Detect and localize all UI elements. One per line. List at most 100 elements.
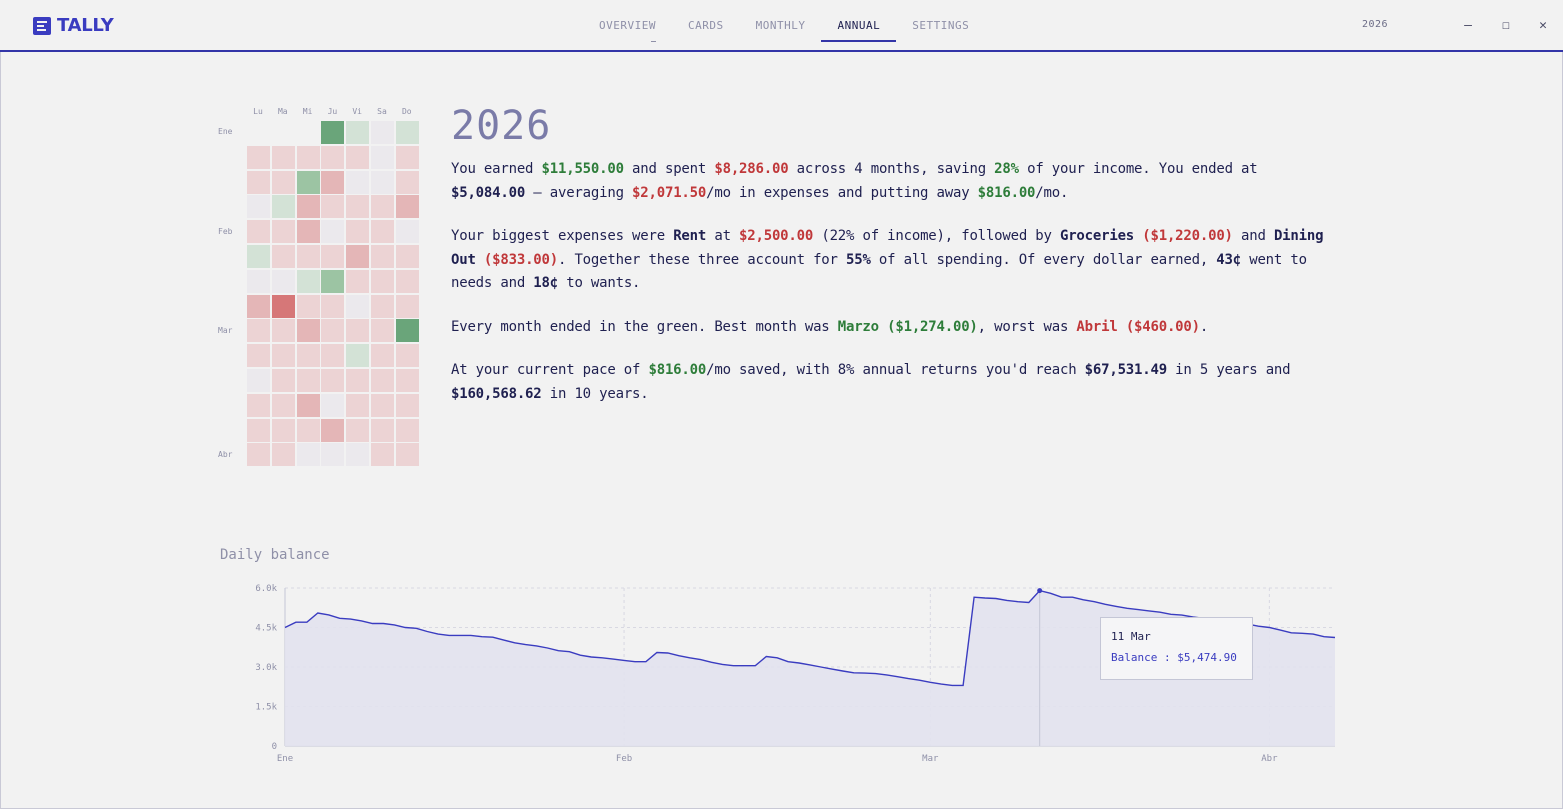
heatmap-day-cell[interactable]: [247, 319, 270, 343]
heatmap-day-cell[interactable]: [371, 195, 394, 219]
heatmap-day-cell[interactable]: [271, 319, 295, 343]
heatmap-day-cell[interactable]: [271, 245, 295, 268]
heatmap-day-cell[interactable]: [296, 344, 320, 368]
heatmap-day-cell[interactable]: [321, 220, 345, 244]
heatmap-day-cell[interactable]: [346, 319, 370, 343]
close-icon[interactable]: ✕: [1533, 16, 1553, 36]
heatmap-day-cell[interactable]: [346, 245, 370, 268]
heatmap-day-cell[interactable]: [247, 344, 270, 368]
heatmap-day-cell[interactable]: [395, 220, 419, 244]
heatmap-day-cell[interactable]: [247, 443, 270, 467]
heatmap-day-cell[interactable]: [346, 418, 370, 442]
heatmap-day-cell[interactable]: [271, 195, 295, 219]
heatmap-day-cell[interactable]: [321, 319, 345, 343]
heatmap-day-cell[interactable]: [321, 195, 345, 219]
heatmap-day-cell[interactable]: [321, 344, 345, 368]
heatmap-day-cell[interactable]: [395, 443, 419, 467]
heatmap-day-cell[interactable]: [247, 369, 270, 392]
heatmap-day-cell[interactable]: [371, 319, 394, 343]
heatmap-day-cell[interactable]: [296, 294, 320, 318]
heatmap-day-cell[interactable]: [247, 195, 270, 219]
heatmap-day-cell[interactable]: [247, 170, 270, 194]
heatmap-day-cell[interactable]: [395, 195, 419, 219]
heatmap-day-cell[interactable]: [321, 245, 345, 268]
heatmap-day-cell[interactable]: [271, 294, 295, 318]
heatmap-day-cell[interactable]: [296, 319, 320, 343]
tab-overview[interactable]: OVERVIEW: [583, 0, 672, 50]
heatmap-day-cell[interactable]: [247, 418, 270, 442]
heatmap-day-cell[interactable]: [321, 369, 345, 392]
heatmap-day-cell[interactable]: [346, 121, 370, 144]
heatmap-day-cell[interactable]: [296, 418, 320, 442]
heatmap-day-cell[interactable]: [271, 369, 295, 392]
heatmap-day-cell[interactable]: [395, 269, 419, 293]
heatmap-day-cell[interactable]: [371, 220, 394, 244]
heatmap-day-cell[interactable]: [371, 443, 394, 467]
year-selector[interactable]: 2026: [1362, 19, 1388, 30]
heatmap-day-cell[interactable]: [321, 170, 345, 194]
tab-settings[interactable]: SETTINGS: [896, 0, 985, 50]
heatmap-day-cell[interactable]: [395, 369, 419, 392]
heatmap-day-cell[interactable]: [371, 121, 394, 144]
heatmap-day-cell[interactable]: [371, 170, 394, 194]
heatmap-day-cell[interactable]: [247, 220, 270, 244]
heatmap-day-cell[interactable]: [371, 393, 394, 417]
heatmap-day-cell[interactable]: [346, 195, 370, 219]
heatmap-day-cell[interactable]: [271, 443, 295, 467]
minimize-icon[interactable]: –: [1458, 16, 1478, 36]
heatmap-day-cell[interactable]: [321, 443, 345, 467]
heatmap-day-cell[interactable]: [321, 294, 345, 318]
heatmap-day-cell[interactable]: [296, 195, 320, 219]
app-logo[interactable]: TALLY: [33, 15, 114, 36]
heatmap-day-cell[interactable]: [371, 418, 394, 442]
heatmap-day-cell[interactable]: [321, 393, 345, 417]
heatmap-day-cell[interactable]: [247, 393, 270, 417]
heatmap-day-cell[interactable]: [346, 443, 370, 467]
heatmap-day-cell[interactable]: [247, 245, 270, 268]
heatmap-day-cell[interactable]: [346, 170, 370, 194]
tab-annual[interactable]: ANNUAL: [821, 0, 896, 50]
heatmap-day-cell[interactable]: [395, 145, 419, 169]
heatmap-day-cell[interactable]: [296, 145, 320, 169]
heatmap-day-cell[interactable]: [371, 344, 394, 368]
heatmap-day-cell[interactable]: [296, 245, 320, 268]
heatmap-day-cell[interactable]: [247, 294, 270, 318]
heatmap-day-cell[interactable]: [271, 344, 295, 368]
heatmap-day-cell[interactable]: [271, 220, 295, 244]
heatmap-day-cell[interactable]: [321, 269, 345, 293]
heatmap-day-cell[interactable]: [346, 393, 370, 417]
heatmap-day-cell[interactable]: [296, 393, 320, 417]
heatmap-day-cell[interactable]: [371, 269, 394, 293]
heatmap-day-cell[interactable]: [321, 418, 345, 442]
heatmap-day-cell[interactable]: [346, 369, 370, 392]
heatmap-day-cell[interactable]: [346, 294, 370, 318]
tab-cards[interactable]: CARDS: [672, 0, 740, 50]
heatmap-day-cell[interactable]: [271, 145, 295, 169]
heatmap-day-cell[interactable]: [271, 418, 295, 442]
heatmap-day-cell[interactable]: [296, 369, 320, 392]
heatmap-day-cell[interactable]: [395, 245, 419, 268]
heatmap-day-cell[interactable]: [395, 319, 419, 343]
heatmap-day-cell[interactable]: [321, 121, 345, 144]
heatmap-day-cell[interactable]: [271, 170, 295, 194]
heatmap-day-cell[interactable]: [371, 145, 394, 169]
heatmap-day-cell[interactable]: [395, 418, 419, 442]
heatmap-day-cell[interactable]: [346, 269, 370, 293]
heatmap-day-cell[interactable]: [346, 220, 370, 244]
heatmap-day-cell[interactable]: [247, 145, 270, 169]
heatmap-day-cell[interactable]: [346, 145, 370, 169]
heatmap-day-cell[interactable]: [395, 170, 419, 194]
heatmap-day-cell[interactable]: [395, 344, 419, 368]
heatmap-day-cell[interactable]: [371, 294, 394, 318]
heatmap-day-cell[interactable]: [271, 269, 295, 293]
heatmap-day-cell[interactable]: [321, 145, 345, 169]
heatmap-day-cell[interactable]: [346, 344, 370, 368]
heatmap-day-cell[interactable]: [247, 269, 270, 293]
heatmap-day-cell[interactable]: [296, 269, 320, 293]
tab-monthly[interactable]: MONTHLY: [740, 0, 822, 50]
heatmap-day-cell[interactable]: [271, 393, 295, 417]
heatmap-day-cell[interactable]: [395, 121, 419, 144]
heatmap-day-cell[interactable]: [371, 245, 394, 268]
heatmap-day-cell[interactable]: [395, 393, 419, 417]
heatmap-day-cell[interactable]: [296, 443, 320, 467]
